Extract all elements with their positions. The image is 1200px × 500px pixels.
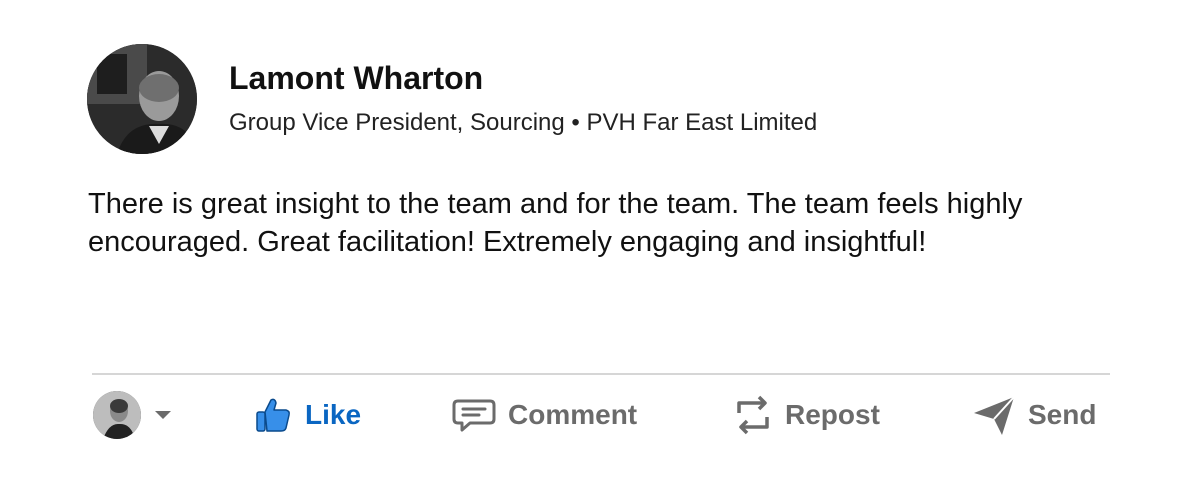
- post-card: Lamont Wharton Group Vice President, Sou…: [0, 0, 1200, 500]
- thumbs-up-icon: [253, 395, 293, 435]
- repost-icon: [733, 393, 773, 437]
- author-name[interactable]: Lamont Wharton: [229, 60, 483, 97]
- like-button[interactable]: Like: [253, 385, 361, 445]
- post-text: There is great insight to the team and f…: [88, 188, 1023, 258]
- like-label: Like: [305, 399, 362, 430]
- reaction-identity-selector[interactable]: [93, 385, 171, 445]
- comment-icon: [452, 395, 496, 435]
- repost-label: Repost: [785, 399, 880, 430]
- repost-button[interactable]: Repost: [733, 385, 880, 445]
- send-icon: [972, 393, 1016, 437]
- reactor-avatar: [93, 391, 141, 439]
- author-headline: Group Vice President, Sourcing • PVH Far…: [229, 109, 818, 136]
- send-button[interactable]: Send: [972, 385, 1096, 445]
- post-actions-bar: Like Comment Repost Send: [0, 385, 1200, 445]
- actions-divider: [92, 373, 1110, 375]
- author-avatar[interactable]: [87, 44, 197, 154]
- caret-down-icon[interactable]: [155, 411, 171, 419]
- comment-button[interactable]: Comment: [452, 385, 637, 445]
- author-photo: [87, 44, 197, 154]
- send-label: Send: [1028, 399, 1097, 430]
- comment-label: Comment: [508, 399, 638, 430]
